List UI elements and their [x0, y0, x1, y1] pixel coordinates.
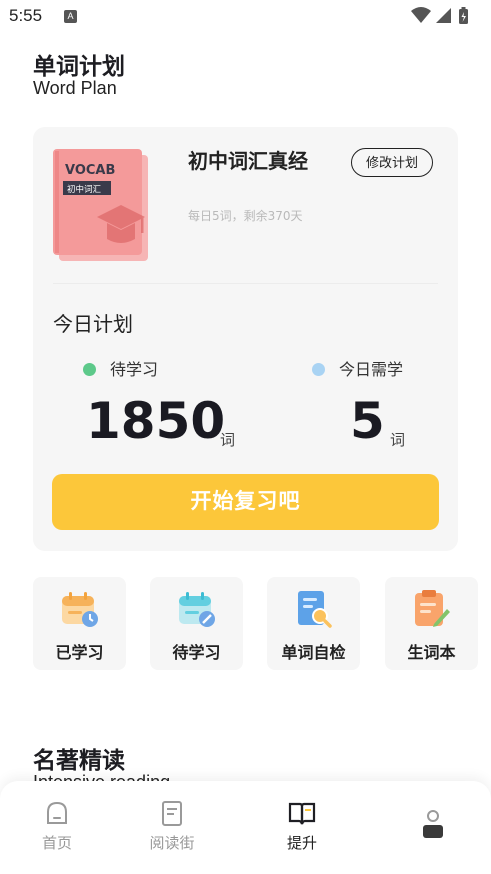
reading-section-title: 名著精读	[33, 748, 125, 774]
tile-label: 生词本	[407, 643, 456, 662]
nav-item-home[interactable]: 首页	[17, 799, 97, 859]
document-search-icon	[298, 591, 332, 628]
nav-label: 提升	[286, 834, 317, 852]
needed-legend: 今日需学	[312, 356, 403, 380]
start-review-button[interactable]: 开始复习吧	[52, 474, 439, 530]
nav-label: 首页	[41, 834, 72, 852]
page-title: 单词计划	[33, 54, 125, 80]
calendar-edit-icon	[179, 592, 215, 627]
tile-self-check[interactable]: 单词自检	[267, 577, 360, 670]
pending-unit: 词	[220, 431, 236, 449]
book-title: 初中词汇真经	[188, 149, 308, 173]
calendar-clock-icon	[62, 592, 98, 627]
clipboard-pencil-icon	[415, 590, 450, 627]
needed-count: 5	[350, 392, 385, 450]
profile-icon	[423, 810, 443, 838]
book-cover-tag: 初中词汇	[67, 184, 102, 195]
tile-learned[interactable]: 已学习	[33, 577, 126, 670]
status-time: 5:55	[9, 6, 43, 25]
home-icon	[47, 801, 67, 824]
wifi-icon	[411, 7, 431, 23]
edit-plan-button[interactable]: 修改计划	[351, 148, 433, 177]
nav-item-reading[interactable]: 阅读街	[132, 799, 212, 859]
bottom-nav: 首页 阅读街 提升	[0, 781, 491, 874]
nav-item-improve[interactable]: 提升	[262, 799, 342, 859]
nav-item-profile[interactable]	[393, 799, 473, 859]
pending-dot	[83, 363, 96, 376]
tile-label: 待学习	[172, 643, 221, 662]
needed-unit: 词	[390, 431, 406, 449]
pending-count: 1850	[86, 392, 226, 450]
book-cover[interactable]: VOCAB 初中词汇	[53, 149, 148, 261]
needed-dot	[312, 363, 325, 376]
card-divider	[53, 283, 438, 284]
tile-label: 已学习	[55, 643, 104, 662]
signal-icon	[436, 8, 451, 23]
book-cover-brand: VOCAB	[65, 163, 115, 178]
tile-pending[interactable]: 待学习	[150, 577, 243, 670]
notification-app-icon: A	[64, 10, 77, 23]
book-icon	[162, 801, 182, 826]
pending-legend: 待学习	[83, 356, 158, 380]
tile-new-words[interactable]: 生词本	[385, 577, 478, 670]
needed-label: 今日需学	[339, 360, 404, 379]
status-bar: 5:55 A	[0, 0, 491, 34]
nav-label: 阅读街	[149, 834, 195, 852]
pending-label: 待学习	[110, 360, 159, 379]
tile-label: 单词自检	[281, 643, 346, 662]
open-book-icon	[288, 802, 316, 825]
plan-meta: 每日5词，剩余370天	[188, 209, 303, 223]
word-plan-card: VOCAB 初中词汇 初中词汇真经 修改计划 每日5词，剩余370天 今日计划 …	[33, 127, 458, 551]
today-plan-title: 今日计划	[53, 312, 133, 336]
system-status-icons	[411, 7, 468, 24]
page-subtitle: Word Plan	[33, 78, 117, 98]
